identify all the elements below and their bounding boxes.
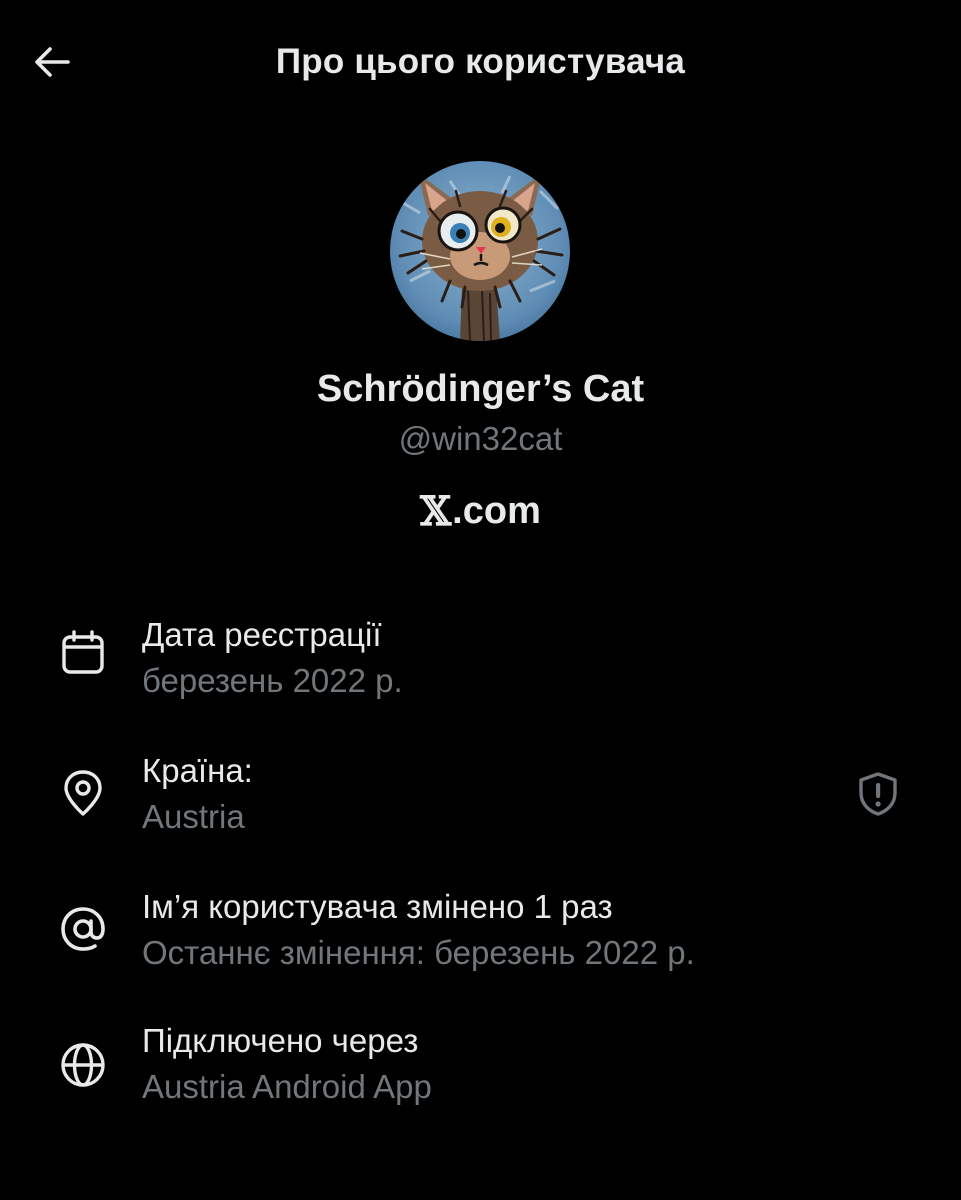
top-bar: Про цього користувача [0,0,961,128]
at-sign-icon [58,904,108,954]
detail-row-joined: Дата реєстрації березень 2022 р. [0,616,961,726]
globe-icon [58,1040,108,1090]
detail-value: Останнє змінення: березень 2022 р. [142,934,695,971]
country-info-button[interactable] [852,770,904,822]
detail-row-country: Країна: Austria [0,752,961,862]
cat-painting-avatar [390,161,570,341]
detail-row-username-changes: Ім’я користувача змінено 1 раз Останнє з… [0,888,961,998]
username-handle: @win32cat [398,420,563,457]
platform-domain: .com [452,490,541,532]
detail-row-connected-via: Підключено через Austria Android App [0,1022,961,1132]
detail-title: Підключено через [142,1022,419,1059]
detail-title: Ім’я користувача змінено 1 раз [142,888,613,925]
location-pin-icon [58,768,108,818]
calendar-icon [58,628,108,678]
detail-value: Austria Android App [142,1068,432,1105]
detail-title: Дата реєстрації [142,616,382,653]
detail-value: березень 2022 р. [142,662,403,699]
display-name: Schrödinger’s Cat [316,368,645,410]
page-title: Про цього користувача [275,42,686,81]
detail-value: Austria [142,798,245,835]
avatar[interactable] [390,161,570,341]
platform-label: 𝕏 .com [0,488,961,535]
shield-alert-icon [856,771,900,822]
detail-title: Країна: [142,752,253,789]
x-logo: 𝕏 [420,488,452,535]
